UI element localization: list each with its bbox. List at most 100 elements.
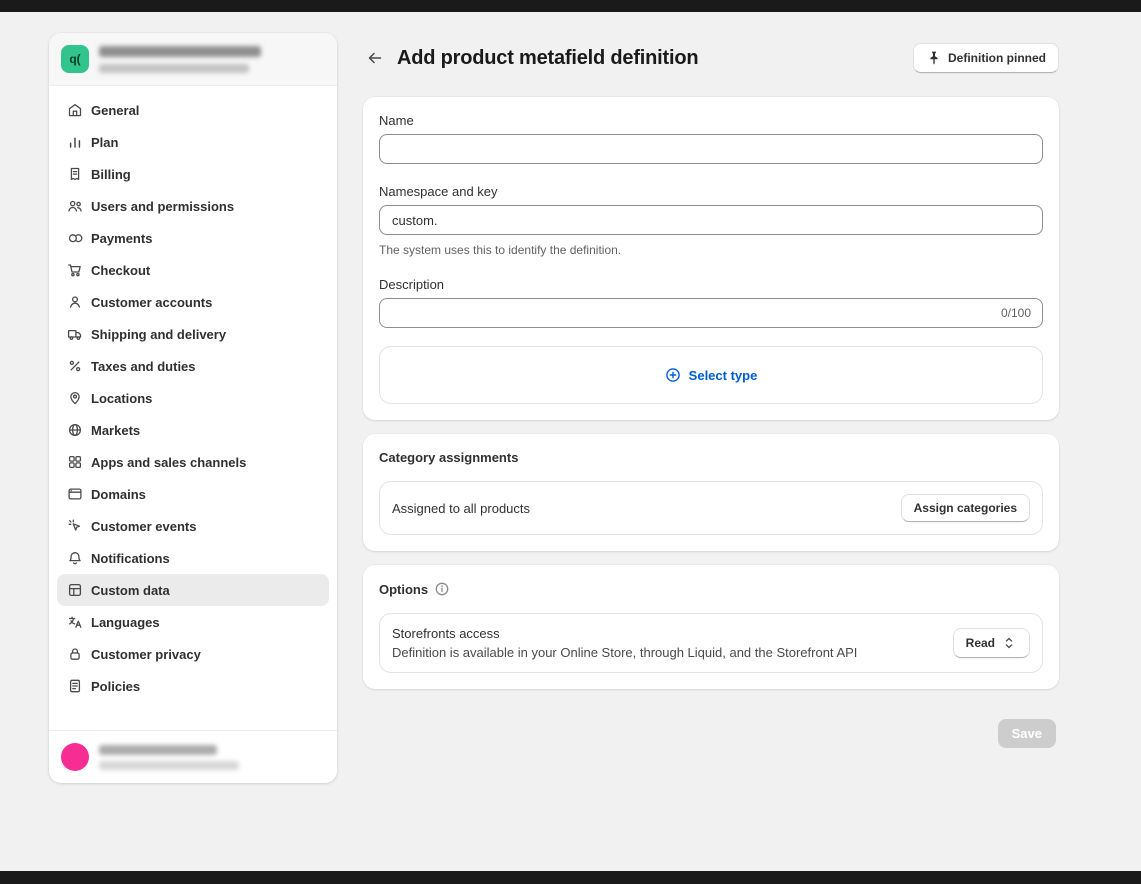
sidebar-item-label: Users and permissions [91, 199, 234, 214]
assigned-to-text: Assigned to all products [392, 501, 530, 516]
shipping-icon [67, 326, 83, 342]
sidebar-item-custom-data[interactable]: Custom data [57, 574, 329, 606]
settings-sidebar: q( General Plan Billing Users and permissio… [49, 33, 337, 783]
plan-icon [67, 134, 83, 150]
sidebar-item-label: Apps and sales channels [91, 455, 246, 470]
save-button[interactable]: Save [998, 719, 1056, 748]
sidebar-item-label: Policies [91, 679, 140, 694]
description-input[interactable] [379, 298, 1043, 328]
namespace-key-input[interactable] [379, 205, 1043, 235]
sidebar-item-general[interactable]: General [57, 94, 329, 126]
sidebar-item-shipping-and-delivery[interactable]: Shipping and delivery [57, 318, 329, 350]
storefronts-access-title: Storefronts access [392, 626, 857, 641]
options-heading: Options [379, 582, 428, 597]
sidebar-item-label: Customer privacy [91, 647, 201, 662]
select-type-label: Select type [689, 368, 758, 383]
store-meta [99, 46, 261, 73]
pin-icon [926, 50, 942, 66]
sidebar-item-taxes-and-duties[interactable]: Taxes and duties [57, 350, 329, 382]
sidebar-item-label: Custom data [91, 583, 170, 598]
select-type-button[interactable]: Select type [379, 346, 1043, 404]
users-icon [67, 198, 83, 214]
sidebar-item-label: Customer accounts [91, 295, 212, 310]
sidebar-item-label: Locations [91, 391, 152, 406]
sidebar-item-customer-privacy[interactable]: Customer privacy [57, 638, 329, 670]
custom-data-icon [67, 582, 83, 598]
back-button[interactable] [365, 48, 385, 68]
plus-circle-icon [665, 367, 681, 383]
name-field-group: Name [379, 113, 1043, 164]
sidebar-item-label: Domains [91, 487, 146, 502]
namespace-help-text: The system uses this to identify the def… [379, 243, 1043, 257]
sidebar-item-label: Markets [91, 423, 140, 438]
store-header[interactable]: q( [49, 33, 337, 86]
languages-icon [67, 614, 83, 630]
category-assignments-box: Assigned to all products Assign categori… [379, 481, 1043, 535]
sidebar-item-label: Payments [91, 231, 152, 246]
store-name-redacted [99, 46, 261, 57]
sidebar-item-label: Taxes and duties [91, 359, 196, 374]
assign-categories-button[interactable]: Assign categories [901, 494, 1030, 522]
definition-pinned-button[interactable]: Definition pinned [913, 43, 1059, 73]
sidebar-item-plan[interactable]: Plan [57, 126, 329, 158]
sidebar-item-label: Billing [91, 167, 131, 182]
sidebar-item-apps-and-sales-channels[interactable]: Apps and sales channels [57, 446, 329, 478]
storefront-access-select[interactable]: Read [953, 628, 1030, 658]
sidebar-item-label: Customer events [91, 519, 196, 534]
sidebar-item-billing[interactable]: Billing [57, 158, 329, 190]
domains-icon [67, 486, 83, 502]
customer-accounts-icon [67, 294, 83, 310]
sidebar-item-markets[interactable]: Markets [57, 414, 329, 446]
user-avatar [61, 743, 89, 771]
back-arrow-icon [367, 50, 383, 66]
namespace-key-label: Namespace and key [379, 184, 1043, 199]
definition-form-card: Name Namespace and key The system uses t… [363, 97, 1059, 420]
customer-events-icon [67, 518, 83, 534]
billing-icon [67, 166, 83, 182]
bottom-bar [0, 871, 1141, 884]
sidebar-item-payments[interactable]: Payments [57, 222, 329, 254]
sidebar-item-languages[interactable]: Languages [57, 606, 329, 638]
checkout-icon [67, 262, 83, 278]
sidebar-item-label: Languages [91, 615, 160, 630]
customer-privacy-icon [67, 646, 83, 662]
taxes-icon [67, 358, 83, 374]
store-email-redacted [99, 64, 249, 73]
sidebar-item-users-and-permissions[interactable]: Users and permissions [57, 190, 329, 222]
sidebar-item-locations[interactable]: Locations [57, 382, 329, 414]
sidebar-item-label: General [91, 103, 139, 118]
name-input[interactable] [379, 134, 1043, 164]
sidebar-item-domains[interactable]: Domains [57, 478, 329, 510]
sidebar-item-label: Notifications [91, 551, 170, 566]
sidebar-item-customer-events[interactable]: Customer events [57, 510, 329, 542]
sidebar-item-policies[interactable]: Policies [57, 670, 329, 702]
store-avatar: q( [61, 45, 89, 73]
description-input-wrap: 0/100 [379, 298, 1043, 328]
sidebar-item-checkout[interactable]: Checkout [57, 254, 329, 286]
sidebar-item-notifications[interactable]: Notifications [57, 542, 329, 574]
sidebar-item-label: Shipping and delivery [91, 327, 226, 342]
access-value: Read [966, 636, 995, 650]
options-heading-row: Options [379, 581, 1043, 597]
info-icon[interactable] [434, 581, 450, 597]
markets-icon [67, 422, 83, 438]
main-content: Add product metafield definition Definit… [363, 33, 1059, 748]
description-label: Description [379, 277, 1043, 292]
page-title: Add product metafield definition [397, 47, 698, 70]
name-label: Name [379, 113, 1043, 128]
user-name-redacted [99, 745, 217, 755]
description-field-group: Description 0/100 [379, 277, 1043, 328]
sidebar-item-label: Plan [91, 135, 118, 150]
category-assignments-card: Category assignments Assigned to all pro… [363, 434, 1059, 551]
options-card: Options Storefronts access Definition is… [363, 565, 1059, 689]
payments-icon [67, 230, 83, 246]
notifications-icon [67, 550, 83, 566]
namespace-field-group: Namespace and key The system uses this t… [379, 184, 1043, 257]
user-footer[interactable] [49, 730, 337, 783]
sidebar-item-label: Checkout [91, 263, 150, 278]
sidebar-item-customer-accounts[interactable]: Customer accounts [57, 286, 329, 318]
store-icon [67, 102, 83, 118]
definition-pinned-label: Definition pinned [948, 51, 1046, 65]
updown-chevron-icon [1001, 635, 1017, 651]
top-bar [0, 0, 1141, 12]
